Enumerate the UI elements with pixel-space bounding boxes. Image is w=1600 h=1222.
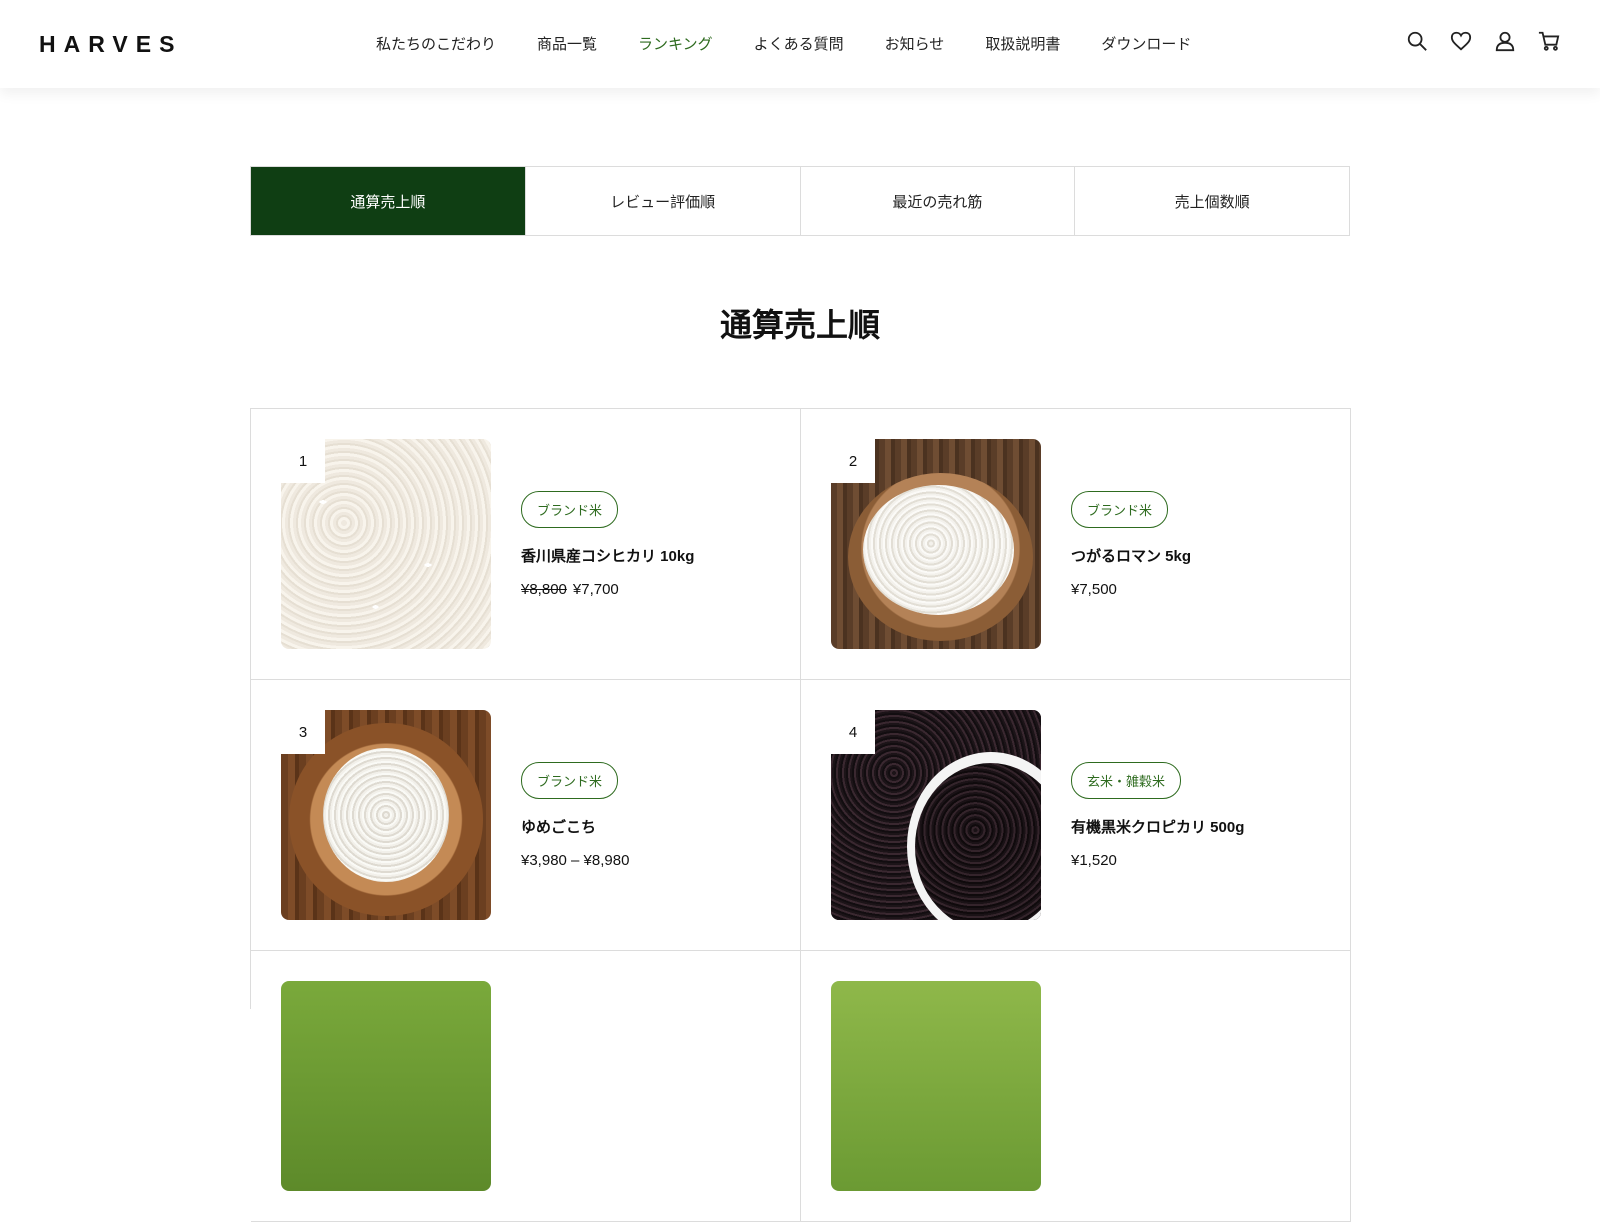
nav-item-news[interactable]: お知らせ xyxy=(885,33,945,54)
cart-icon[interactable] xyxy=(1538,30,1560,52)
product-card[interactable] xyxy=(801,951,1351,1222)
tab-review-rating[interactable]: レビュー評価順 xyxy=(524,167,800,235)
nav-item-faq[interactable]: よくある質問 xyxy=(754,33,844,54)
product-card[interactable]: 3 ブランド米 ゆめごこち ¥3,980 – ¥8,980 xyxy=(251,680,801,951)
nav-item-manual[interactable]: 取扱説明書 xyxy=(985,33,1060,54)
rank-badge: 4 xyxy=(831,710,875,754)
tab-recent-trending[interactable]: 最近の売れ筋 xyxy=(799,167,1075,235)
product-card[interactable]: 4 玄米・雑穀米 有機黒米クロピカリ 500g ¥1,520 xyxy=(801,680,1351,951)
product-image[interactable] xyxy=(831,981,1041,1191)
nav-item-products[interactable]: 商品一覧 xyxy=(537,33,597,54)
tab-total-sales[interactable]: 通算売上順 xyxy=(251,167,525,235)
product-name[interactable]: 香川県産コシヒカリ 10kg xyxy=(521,545,694,566)
rank-badge: 2 xyxy=(831,439,875,483)
category-tag: ブランド米 xyxy=(1071,491,1169,528)
site-logo[interactable]: HARVES xyxy=(39,31,182,58)
category-tag: 玄米・雑穀米 xyxy=(1071,762,1182,799)
section-title: 通算売上順 xyxy=(719,307,880,343)
rank-badge: 3 xyxy=(281,710,325,754)
nav-item-download[interactable]: ダウンロード xyxy=(1101,33,1191,54)
sale-price: ¥7,700 xyxy=(572,581,619,598)
ranking-tabs: 通算売上順 レビュー評価順 最近の売れ筋 売上個数順 xyxy=(250,166,1350,236)
tab-units-sold[interactable]: 売上個数順 xyxy=(1074,167,1349,235)
product-card[interactable]: 1 ブランド米 香川県産コシヒカリ 10kg ¥8,800 ¥7,700 xyxy=(251,409,801,680)
product-name[interactable]: ゆめごこち xyxy=(521,816,596,837)
search-icon[interactable] xyxy=(1406,30,1428,52)
product-card[interactable]: 2 ブランド米 つがるロマン 5kg ¥7,500 xyxy=(801,409,1351,680)
original-price: ¥8,800 xyxy=(521,581,567,598)
product-name[interactable]: 有機黒米クロピカリ 500g xyxy=(1071,816,1244,837)
product-grid: 1 ブランド米 香川県産コシヒカリ 10kg ¥8,800 ¥7,700 2 ブラ… xyxy=(250,408,1351,1222)
heart-icon[interactable] xyxy=(1450,30,1472,52)
header-icons xyxy=(1406,30,1560,52)
product-price: ¥7,500 xyxy=(1071,581,1117,598)
product-image[interactable] xyxy=(281,981,491,1191)
product-card[interactable] xyxy=(251,951,801,1222)
product-price: ¥1,520 xyxy=(1071,852,1117,869)
product-price: ¥3,980 – ¥8,980 xyxy=(521,852,630,869)
product-name[interactable]: つがるロマン 5kg xyxy=(1071,545,1191,566)
nav-item-kodawari[interactable]: 私たちのこだわり xyxy=(376,33,496,54)
site-header: HARVES 私たちのこだわり 商品一覧 ランキング よくある質問 お知らせ 取… xyxy=(0,0,1600,88)
user-icon[interactable] xyxy=(1494,30,1516,52)
nav-item-ranking[interactable]: ランキング xyxy=(638,33,713,54)
main-nav: 私たちのこだわり 商品一覧 ランキング よくある質問 お知らせ 取扱説明書 ダウ… xyxy=(376,33,1232,54)
category-tag: ブランド米 xyxy=(521,491,619,528)
rank-badge: 1 xyxy=(281,439,325,483)
category-tag: ブランド米 xyxy=(521,762,619,799)
product-price: ¥8,800 ¥7,700 xyxy=(521,581,619,598)
